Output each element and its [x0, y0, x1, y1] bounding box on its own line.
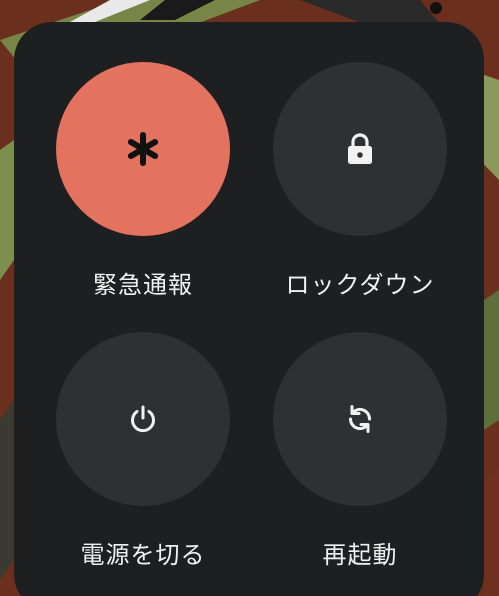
power-off-label: 電源を切る: [80, 541, 206, 569]
restart-circle[interactable]: [273, 332, 447, 506]
lockdown-circle[interactable]: [273, 62, 447, 236]
power-icon: [128, 404, 158, 434]
lockdown-button[interactable]: ロックダウン: [260, 62, 460, 300]
power-off-button[interactable]: 電源を切る: [43, 332, 243, 570]
lock-icon: [347, 133, 373, 165]
emergency-call-label: 緊急通報: [93, 271, 193, 299]
screen: 緊急通報 ロックダウン 電源を切る 再起動: [0, 0, 499, 596]
power-off-circle[interactable]: [56, 332, 230, 506]
restart-label: 再起動: [322, 541, 398, 569]
power-menu-panel: 緊急通報 ロックダウン 電源を切る 再起動: [14, 22, 484, 596]
emergency-circle[interactable]: [56, 62, 230, 236]
emergency-call-button[interactable]: 緊急通報: [43, 62, 243, 300]
lockdown-label: ロックダウン: [285, 271, 435, 299]
asterisk-icon: [126, 132, 160, 166]
restart-icon: [344, 403, 376, 435]
restart-button[interactable]: 再起動: [260, 332, 460, 570]
